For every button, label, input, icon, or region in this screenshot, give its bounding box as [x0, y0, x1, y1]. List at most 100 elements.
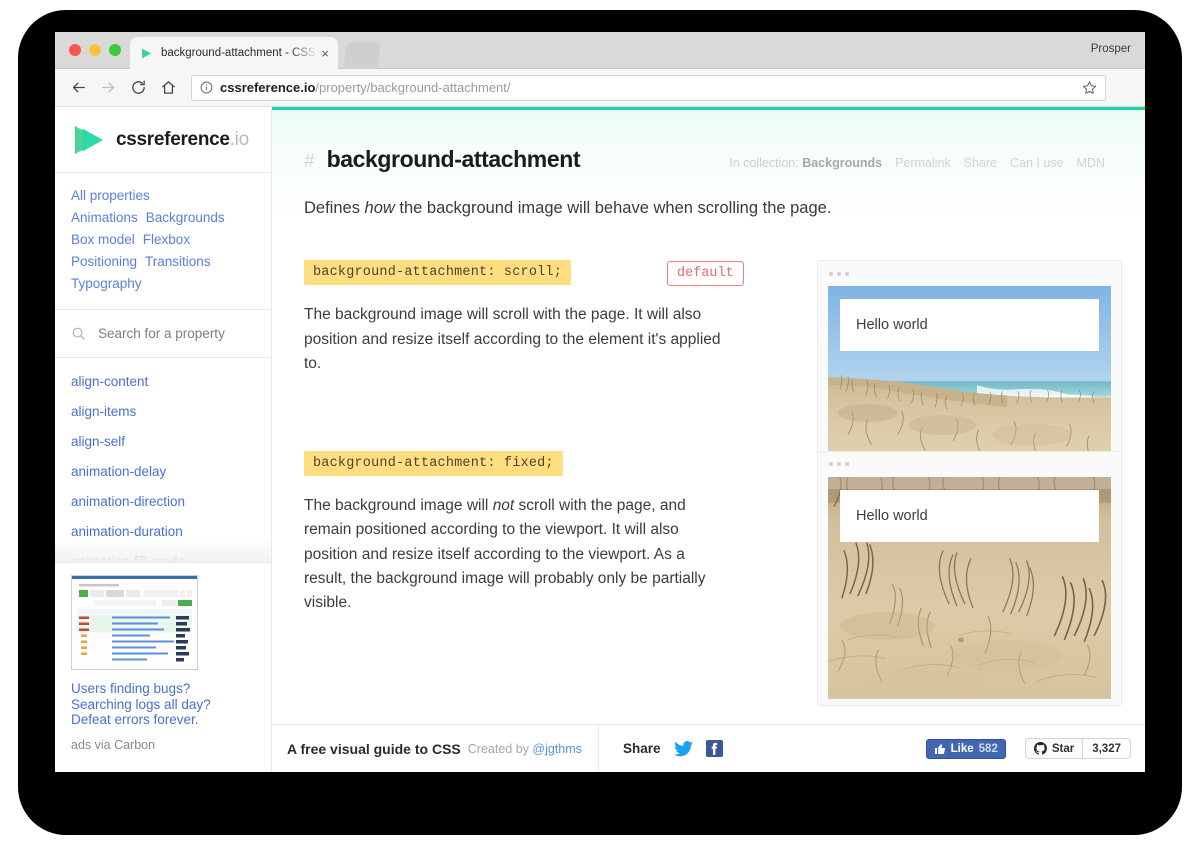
- browser-profile-name[interactable]: Prosper: [1091, 43, 1131, 55]
- site-info-icon[interactable]: [200, 81, 213, 94]
- browser-tab-active[interactable]: background-attachment - CSS ×: [130, 37, 338, 69]
- property-link-align-items[interactable]: align-items: [55, 396, 271, 426]
- caniuse-link[interactable]: Can I use: [1010, 156, 1064, 170]
- window-maximize-button[interactable]: [109, 44, 121, 56]
- thumbs-up-icon: [934, 743, 945, 754]
- demo-title-bar: [818, 452, 1121, 477]
- collection-links: All properties Animations Backgrounds Box…: [55, 173, 271, 310]
- search-icon: [71, 326, 86, 341]
- sidebar-link-typography[interactable]: Typography: [71, 273, 142, 295]
- value-section-text: background-attachment: scroll; default T…: [304, 260, 744, 376]
- address-bar[interactable]: cssreference.io/property/background-atta…: [191, 74, 1106, 101]
- demo-hello-text: Hello world: [856, 507, 928, 524]
- sidebar-link-positioning[interactable]: Positioning: [71, 251, 137, 273]
- page-header: # background-attachment In collection: B…: [304, 146, 1105, 173]
- ad-text[interactable]: Users finding bugs? Searching logs all d…: [71, 681, 255, 728]
- value-description: The background image will not scroll wit…: [304, 496, 706, 612]
- github-icon: [1033, 742, 1047, 755]
- forward-icon: [95, 75, 121, 101]
- sidebar-link-backgrounds[interactable]: Backgrounds: [146, 207, 225, 229]
- mdn-link[interactable]: MDN: [1077, 156, 1105, 170]
- footer-brand: A free visual guide to CSS Created by @j…: [272, 725, 599, 772]
- like-count: 582: [978, 742, 998, 755]
- url-domain: cssreference.io: [220, 80, 316, 95]
- property-link-animation-duration[interactable]: animation-duration: [55, 516, 271, 546]
- property-link-animation-direction[interactable]: animation-direction: [55, 486, 271, 516]
- demo-hello-card: Hello world: [840, 489, 1099, 542]
- property-link-animation-delay[interactable]: animation-delay: [55, 456, 271, 486]
- search-input[interactable]: [98, 326, 255, 341]
- ad-line-3[interactable]: Defeat errors forever.: [71, 712, 255, 728]
- facebook-like-button[interactable]: Like 582: [925, 738, 1006, 759]
- property-list[interactable]: align-content align-items align-self ani…: [55, 358, 271, 562]
- value-section-fixed: background-attachment: fixed; The backgr…: [304, 450, 1122, 706]
- footer-title: A free visual guide to CSS: [287, 740, 461, 757]
- close-icon[interactable]: ×: [318, 45, 332, 62]
- main-column: # background-attachment In collection: B…: [272, 107, 1145, 772]
- site-logo[interactable]: cssreference.io: [55, 107, 271, 173]
- demo-hello-card: Hello world: [840, 299, 1099, 352]
- anchor-hash-icon[interactable]: #: [304, 151, 315, 173]
- demo-panel-fixed[interactable]: Hello world: [817, 450, 1122, 706]
- ad-line-2[interactable]: Searching logs all day?: [71, 697, 255, 713]
- value-section-text: background-attachment: fixed; The backgr…: [304, 450, 734, 616]
- ad-attribution[interactable]: ads via Carbon: [71, 738, 255, 752]
- sidebar-link-all-properties[interactable]: All properties: [71, 185, 150, 207]
- page-meta-links: In collection: Backgrounds Permalink Sha…: [729, 156, 1105, 170]
- value-description: The background image will scroll with th…: [304, 306, 721, 373]
- bookmark-star-icon[interactable]: [1082, 80, 1097, 95]
- window-minimize-button[interactable]: [89, 44, 101, 56]
- browser-window: background-attachment - CSS × Prosper cs…: [55, 32, 1145, 772]
- property-link-align-self[interactable]: align-self: [55, 426, 271, 456]
- sidebar-link-box-model[interactable]: Box model: [71, 229, 135, 251]
- demo-viewport[interactable]: Hello world: [828, 476, 1111, 699]
- cssreference-favicon-icon: [140, 47, 153, 60]
- back-icon[interactable]: [65, 75, 91, 101]
- site-footer: A free visual guide to CSS Created by @j…: [272, 724, 1145, 772]
- permalink-link[interactable]: Permalink: [895, 156, 951, 170]
- site-logo-text: cssreference.io: [116, 128, 249, 150]
- share-link[interactable]: Share: [964, 156, 997, 170]
- like-label: Like: [950, 742, 974, 755]
- new-tab-button[interactable]: [343, 42, 381, 69]
- code-snippet: background-attachment: scroll;: [304, 260, 572, 286]
- ad-line-1[interactable]: Users finding bugs?: [71, 681, 255, 697]
- ad-thumbnail-image[interactable]: [71, 575, 198, 670]
- facebook-icon[interactable]: [705, 740, 723, 757]
- browser-tab-strip: background-attachment - CSS × Prosper: [55, 32, 1145, 69]
- collection-name[interactable]: Backgrounds: [802, 156, 882, 170]
- reload-icon[interactable]: [125, 75, 151, 101]
- sidebar: cssreference.io All properties Animation…: [55, 107, 272, 772]
- intro-after: the background image will behave when sc…: [394, 199, 832, 217]
- sidebar-link-transitions[interactable]: Transitions: [145, 251, 211, 273]
- collection-label: In collection: Backgrounds: [729, 156, 883, 170]
- home-icon[interactable]: [155, 75, 181, 101]
- search-box[interactable]: [55, 310, 271, 358]
- footer-credit: Created by @jgthms: [467, 741, 582, 756]
- url-path: /property/background-attachment/: [315, 80, 511, 95]
- cssreference-play-logo-icon: [71, 123, 107, 157]
- twitter-icon[interactable]: [673, 740, 693, 757]
- intro-emphasis: how: [364, 199, 395, 217]
- sidebar-link-animations[interactable]: Animations: [71, 207, 138, 229]
- browser-tab-title: background-attachment - CSS: [161, 47, 316, 59]
- sidebar-link-flexbox[interactable]: Flexbox: [143, 229, 190, 251]
- github-star-button[interactable]: Star 3,327: [1024, 738, 1131, 759]
- window-close-button[interactable]: [69, 44, 81, 56]
- share-label: Share: [623, 741, 661, 756]
- star-label: Star: [1051, 742, 1075, 755]
- code-snippet: background-attachment: fixed;: [304, 450, 563, 476]
- page-body: cssreference.io All properties Animation…: [55, 107, 1145, 772]
- intro-before: Defines: [304, 199, 365, 217]
- demo-hello-text: Hello world: [856, 317, 928, 334]
- carbon-ad[interactable]: Users finding bugs? Searching logs all d…: [55, 562, 271, 772]
- content-area: # background-attachment In collection: B…: [272, 110, 1145, 724]
- address-bar-url: cssreference.io/property/background-atta…: [220, 80, 511, 95]
- demo-title-bar: [818, 261, 1121, 286]
- author-handle-link[interactable]: @jgthms: [532, 742, 582, 756]
- property-link-align-content[interactable]: align-content: [55, 366, 271, 396]
- default-badge: default: [667, 261, 744, 287]
- property-link-animation-fill-mode[interactable]: animation-fill-mode: [55, 546, 271, 563]
- footer-social-counts: Like 582 Star 3,327: [925, 738, 1131, 759]
- value-section-scroll: background-attachment: scroll; default T…: [304, 260, 1122, 494]
